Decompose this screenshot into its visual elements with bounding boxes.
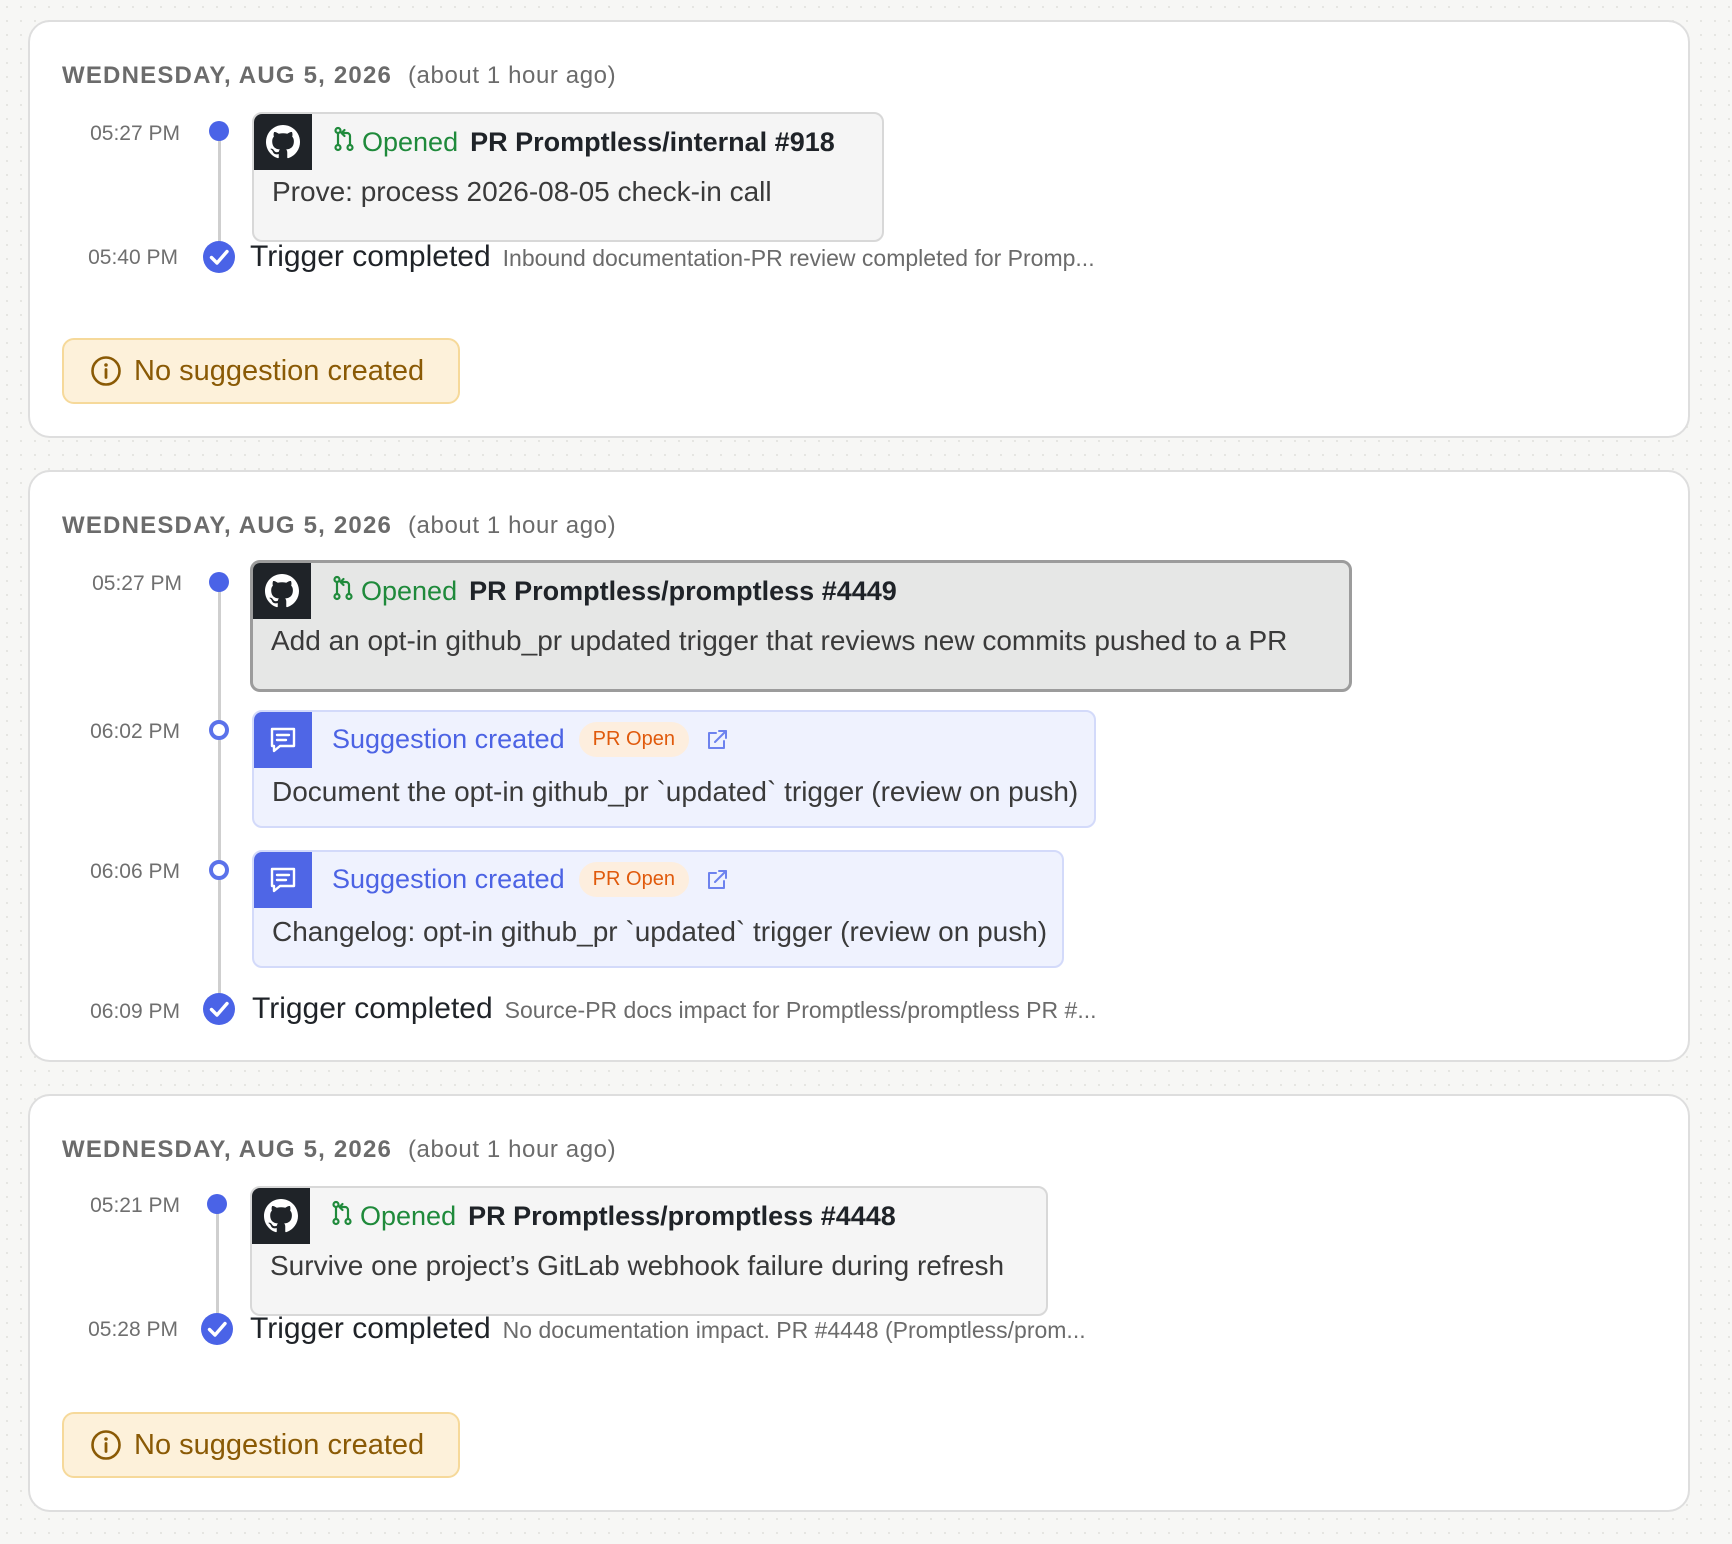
timeline-ring xyxy=(209,720,229,740)
event-time: 05:27 PM xyxy=(90,122,180,145)
event-header: Suggestion created PR Open xyxy=(332,722,729,757)
event-description: Prove: process 2026-08-05 check-in call xyxy=(272,176,772,207)
card-relative-time: (about 1 hour ago) xyxy=(407,62,617,89)
timeline-card: WEDNESDAY, AUG 5, 2026 (about 1 hour ago… xyxy=(28,470,1690,1062)
event-header: Opened PR Promptless/internal #918 xyxy=(332,126,835,159)
trigger-title: Trigger completed xyxy=(250,240,491,273)
trigger-detail[interactable]: Source-PR docs impact for Promptless/pro… xyxy=(505,997,1097,1024)
trigger-time: 05:40 PM xyxy=(88,246,178,269)
github-icon xyxy=(254,114,312,170)
event-header: Opened PR Promptless/promptless #4448 xyxy=(330,1200,896,1233)
pr-link[interactable]: PR Promptless/promptless #4448 xyxy=(468,1201,896,1232)
pull-request-icon xyxy=(331,575,355,608)
trigger-title: Trigger completed xyxy=(252,992,493,1025)
event-description: Document the opt-in github_pr `updated` … xyxy=(272,776,1079,807)
card-date-header: WEDNESDAY, AUG 5, 2026 (about 1 hour ago… xyxy=(62,1136,616,1164)
card-date-header: WEDNESDAY, AUG 5, 2026 (about 1 hour ago… xyxy=(62,512,616,540)
comment-icon xyxy=(254,852,312,908)
github-icon xyxy=(252,1188,310,1244)
status-badge: PR Open xyxy=(578,722,689,757)
trigger-title: Trigger completed xyxy=(250,1312,491,1345)
event-header: Suggestion created PR Open xyxy=(332,862,729,897)
timeline-connector xyxy=(218,580,221,1014)
external-link-icon[interactable] xyxy=(705,868,729,892)
pr-link[interactable]: PR Promptless/internal #918 xyxy=(470,127,835,158)
event-description: Changelog: opt-in github_pr `updated` tr… xyxy=(272,916,1048,947)
event-header: Opened PR Promptless/promptless #4449 xyxy=(331,575,897,608)
trigger-detail[interactable]: No documentation impact. PR #4448 (Promp… xyxy=(503,1317,1086,1344)
info-icon xyxy=(91,356,121,386)
event-time: 05:27 PM xyxy=(92,572,182,595)
event-action: Opened xyxy=(361,576,458,606)
timeline-dot xyxy=(207,1194,227,1214)
timeline-dot xyxy=(209,572,229,592)
event-description: Add an opt-in github_pr updated trigger … xyxy=(271,625,1288,656)
no-suggestion-notice: No suggestion created xyxy=(62,338,460,404)
status-badge: PR Open xyxy=(578,862,689,897)
timeline-dot xyxy=(209,121,229,141)
card-relative-time: (about 1 hour ago) xyxy=(407,512,617,539)
card-date-header: WEDNESDAY, AUG 5, 2026 (about 1 hour ago… xyxy=(62,62,616,90)
event-time: 06:02 PM xyxy=(90,720,180,743)
pr-link[interactable]: PR Promptless/promptless #4449 xyxy=(469,576,897,607)
suggestion-event[interactable]: Suggestion created PR Open Changelog: op… xyxy=(252,850,1064,968)
external-link-icon[interactable] xyxy=(705,728,729,752)
github-pr-event[interactable]: Opened PR Promptless/internal #918 Prove… xyxy=(252,112,884,242)
event-action: Opened xyxy=(360,1201,457,1231)
event-action: Opened xyxy=(362,127,459,157)
pull-request-icon xyxy=(330,1200,354,1233)
pull-request-icon xyxy=(332,126,356,159)
suggestion-title[interactable]: Suggestion created xyxy=(332,724,565,755)
event-time: 05:21 PM xyxy=(90,1194,180,1217)
info-icon xyxy=(91,1430,121,1460)
github-icon xyxy=(253,563,311,619)
card-date: WEDNESDAY, AUG 5, 2026 xyxy=(62,62,393,89)
card-date: WEDNESDAY, AUG 5, 2026 xyxy=(62,1136,393,1163)
card-relative-time: (about 1 hour ago) xyxy=(407,1136,617,1163)
no-suggestion-notice: No suggestion created xyxy=(62,1412,460,1478)
check-circle-icon xyxy=(201,1313,233,1345)
check-circle-icon xyxy=(203,241,235,273)
comment-icon xyxy=(254,712,312,768)
github-pr-event[interactable]: Opened PR Promptless/promptless #4448 Su… xyxy=(250,1186,1048,1316)
check-circle-icon xyxy=(203,993,235,1025)
no-suggestion-label: No suggestion created xyxy=(134,354,425,387)
trigger-time: 06:09 PM xyxy=(90,1000,180,1023)
no-suggestion-label: No suggestion created xyxy=(134,1428,425,1461)
event-time: 06:06 PM xyxy=(90,860,180,883)
timeline-card: WEDNESDAY, AUG 5, 2026 (about 1 hour ago… xyxy=(28,20,1690,438)
timeline-card: WEDNESDAY, AUG 5, 2026 (about 1 hour ago… xyxy=(28,1094,1690,1512)
timeline-ring xyxy=(209,860,229,880)
trigger-detail[interactable]: Inbound documentation-PR review complete… xyxy=(503,245,1095,272)
trigger-completed: Trigger completed Inbound documentation-… xyxy=(250,240,1095,274)
trigger-completed: Trigger completed Source-PR docs impact … xyxy=(252,992,1096,1026)
github-pr-event[interactable]: Opened PR Promptless/promptless #4449 Ad… xyxy=(250,560,1352,692)
event-description: Survive one project’s GitLab webhook fai… xyxy=(270,1250,1005,1281)
card-date: WEDNESDAY, AUG 5, 2026 xyxy=(62,512,393,539)
trigger-completed: Trigger completed No documentation impac… xyxy=(250,1312,1086,1346)
suggestion-title[interactable]: Suggestion created xyxy=(332,864,565,895)
trigger-time: 05:28 PM xyxy=(88,1318,178,1341)
suggestion-event[interactable]: Suggestion created PR Open Document the … xyxy=(252,710,1096,828)
